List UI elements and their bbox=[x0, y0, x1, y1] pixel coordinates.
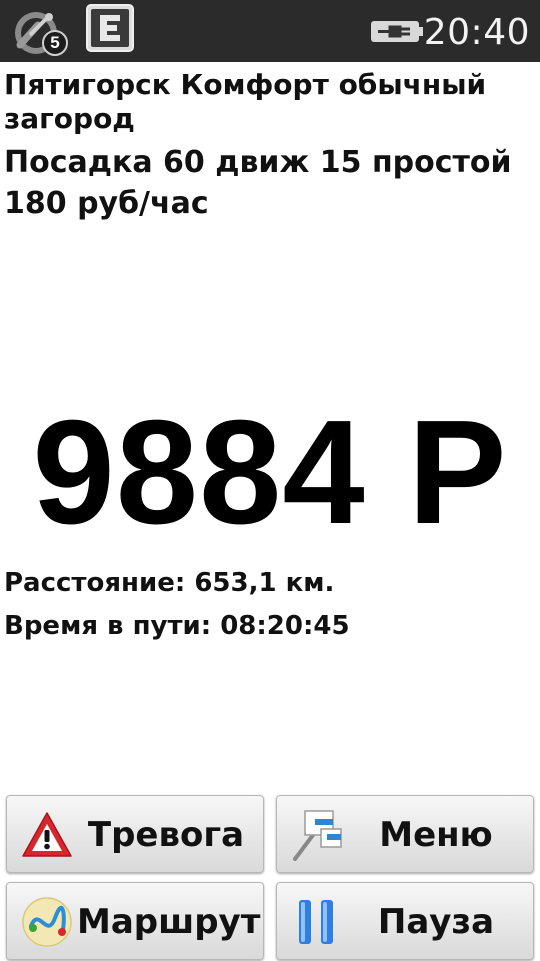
clock-time: 20:40 bbox=[423, 12, 530, 53]
fare-amount: 9884 Р bbox=[32, 390, 508, 555]
tariff-info: Пятигорск Комфорт обычный загород Посадк… bbox=[4, 68, 534, 224]
battery-charging-icon bbox=[371, 21, 423, 42]
tariff-rates: Посадка 60 движ 15 простой 180 руб/час bbox=[4, 145, 512, 221]
menu-button-label: Меню bbox=[379, 815, 493, 855]
trip-stats: Расстояние: 653,1 км. Время в пути: 08:2… bbox=[4, 562, 350, 648]
alarm-button[interactable]: Тревога bbox=[6, 795, 264, 873]
tariff-name: Пятигорск Комфорт обычный загород bbox=[4, 68, 487, 135]
trip-duration: Время в пути: 08:20:45 bbox=[4, 611, 350, 641]
pause-button[interactable]: Пауза bbox=[276, 882, 534, 960]
route-button[interactable]: Маршрут bbox=[6, 882, 264, 960]
e-app-icon bbox=[86, 4, 134, 52]
pause-button-label: Пауза bbox=[377, 902, 495, 942]
route-button-label: Маршрут bbox=[77, 902, 261, 942]
satellites-count-badge: 5 bbox=[42, 30, 68, 56]
pause-icon bbox=[299, 900, 333, 944]
menu-button[interactable]: Меню bbox=[276, 795, 534, 873]
status-bar: 5 20:40 bbox=[0, 0, 540, 62]
warning-triangle-icon bbox=[22, 812, 72, 857]
menu-flags-icon bbox=[293, 810, 342, 861]
alarm-button-label: Тревога bbox=[87, 815, 245, 855]
route-map-icon bbox=[22, 897, 72, 947]
trip-distance: Расстояние: 653,1 км. bbox=[4, 568, 335, 598]
